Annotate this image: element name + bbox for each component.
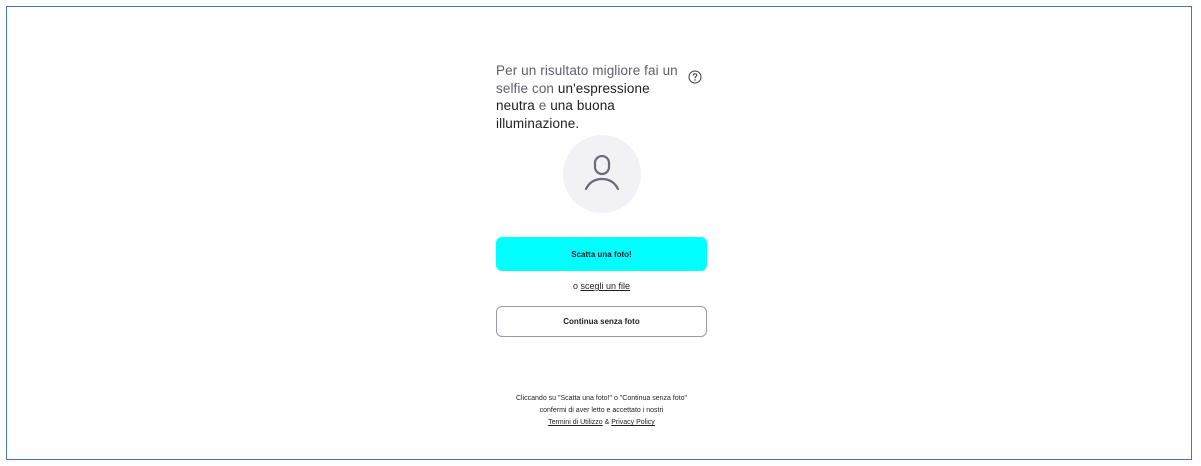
legal-line-1: Cliccando su "Scatta una foto!" o "Conti… — [515, 395, 688, 402]
choose-file-row: o scegli un file — [496, 281, 707, 291]
legal-notice: Cliccando su "Scatta una foto!" o "Conti… — [486, 393, 717, 429]
choose-file-link[interactable]: scegli un file — [580, 281, 630, 291]
take-photo-button[interactable]: Scatta una foto! — [496, 237, 707, 271]
legal-links: Termini di Utilizzo & Privacy Policy — [486, 417, 717, 429]
selfie-instructions: Per un risultato migliore fai un selfie … — [496, 62, 692, 132]
help-circle-icon[interactable] — [688, 70, 702, 84]
instructions-connector: e — [534, 98, 551, 113]
privacy-policy-link[interactable]: Privacy Policy — [611, 419, 655, 426]
legal-line-2: confermi di aver letto e accettato i nos… — [539, 407, 664, 414]
continue-without-photo-button[interactable]: Continua senza foto — [496, 306, 707, 337]
avatar — [563, 135, 641, 213]
user-placeholder-icon — [584, 155, 620, 191]
legal-ampersand: & — [602, 419, 612, 426]
terms-link[interactable]: Termini di Utilizzo — [548, 419, 602, 426]
